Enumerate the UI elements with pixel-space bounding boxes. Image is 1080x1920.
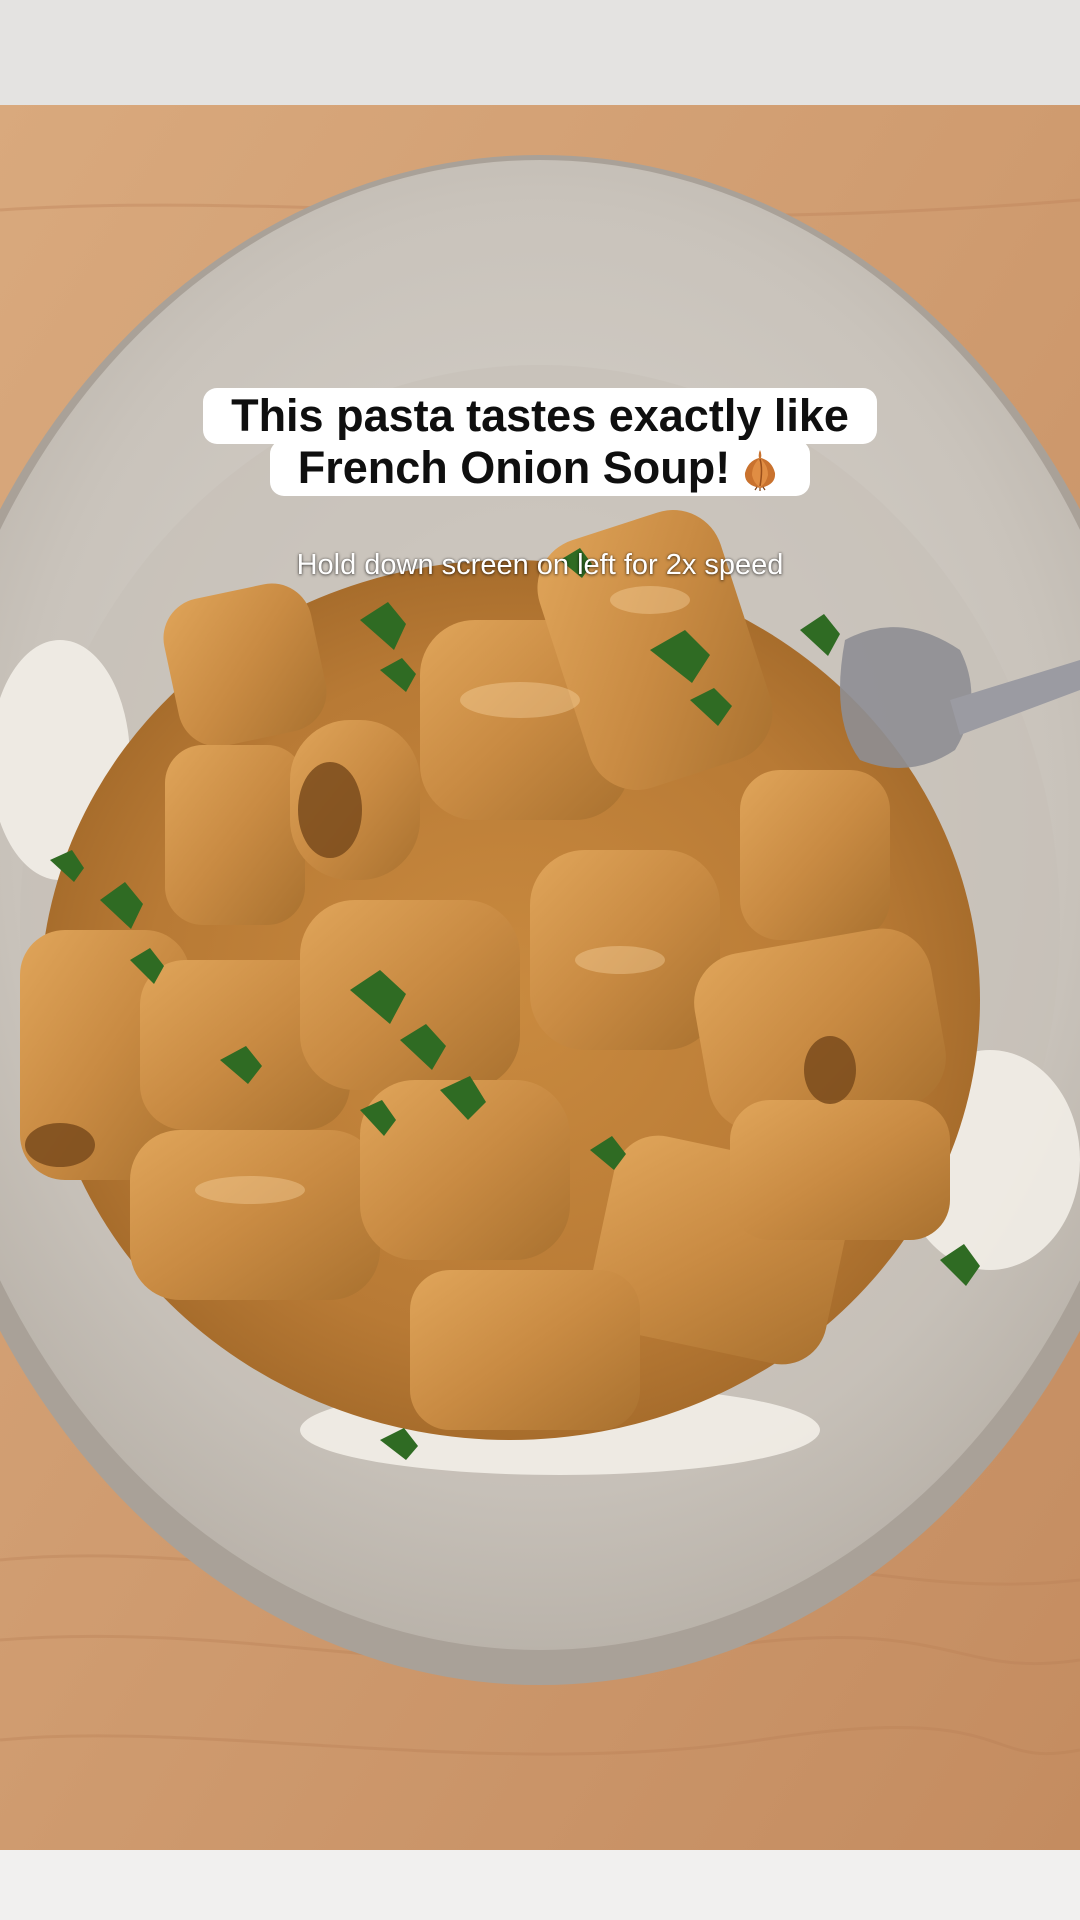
caption-line-1-text: This pasta tastes exactly like [231, 390, 849, 441]
video-caption: This pasta tastes exactly like French On… [0, 388, 1080, 496]
caption-line-2: French Onion Soup! [269, 440, 811, 496]
video-screen[interactable]: This pasta tastes exactly like French On… [0, 0, 1080, 1920]
speed-hint-text: Hold down screen on left for 2x speed [296, 549, 784, 581]
caption-line-1: This pasta tastes exactly like [203, 388, 877, 444]
onion-icon [738, 447, 782, 491]
pasta-dish-image [0, 0, 1080, 1920]
caption-line-2-text: French Onion Soup! [297, 442, 731, 493]
video-frame[interactable] [0, 0, 1080, 1920]
